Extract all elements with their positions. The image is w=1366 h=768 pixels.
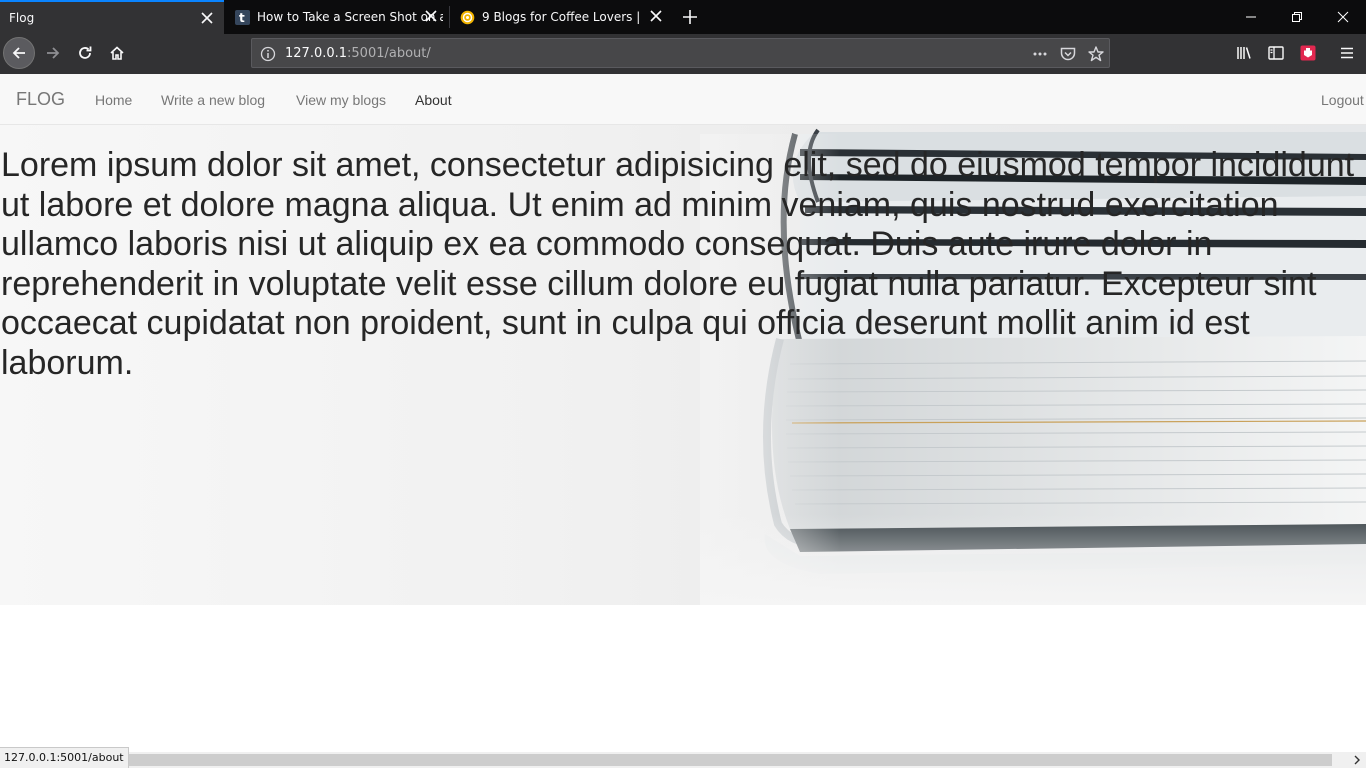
back-button[interactable]	[3, 37, 35, 69]
hero-section: FLOG Home Write a new blog View my blogs…	[0, 74, 1366, 605]
forward-arrow-icon	[47, 47, 60, 59]
tab-close-icon[interactable]	[649, 9, 663, 23]
brand-logo[interactable]: FLOG	[16, 89, 65, 110]
home-icon	[110, 46, 124, 60]
status-bar-link-preview: 127.0.0.1:5001/about	[0, 747, 129, 768]
url-bar[interactable]: 127.0.0.1:5001/about/	[251, 38, 1110, 68]
navigation-toolbar: 127.0.0.1:5001/about/	[0, 34, 1366, 74]
tab-separator	[449, 6, 450, 28]
tab-strip: Flog t How to Take a Screen Shot on a 9 …	[0, 0, 1366, 34]
url-host: 127.0.0.1	[285, 46, 348, 61]
tumblr-icon: t	[235, 9, 250, 25]
nav-about-link[interactable]: About	[415, 92, 452, 108]
sidebar-button[interactable]	[1260, 37, 1292, 69]
library-icon	[1237, 47, 1251, 59]
new-tab-icon[interactable]	[680, 7, 700, 27]
pocket-icon[interactable]	[1059, 45, 1077, 63]
nav-write-blog-link[interactable]: Write a new blog	[161, 92, 265, 108]
site-info-icon[interactable]	[259, 45, 277, 63]
tab-coffee-blogs[interactable]: 9 Blogs for Coffee Lovers | Kitch	[451, 0, 673, 34]
nav-view-blogs-link[interactable]: View my blogs	[296, 92, 386, 108]
restore-icon	[1292, 12, 1302, 22]
home-button[interactable]	[101, 37, 133, 69]
shield-icon	[1300, 45, 1316, 61]
reload-icon	[79, 46, 92, 59]
forward-button[interactable]	[37, 37, 69, 69]
scroll-right-arrow-icon[interactable]	[1352, 755, 1362, 765]
url-text: 127.0.0.1:5001/about/	[285, 46, 431, 61]
site-navbar: FLOG Home Write a new blog View my blogs…	[0, 74, 1366, 125]
logout-link[interactable]: Logout	[1321, 92, 1364, 108]
restore-button[interactable]	[1274, 0, 1320, 34]
horizontal-scrollbar[interactable]	[0, 752, 1366, 768]
kitchn-icon	[460, 10, 475, 25]
library-button[interactable]	[1228, 37, 1260, 69]
url-path: :5001/about/	[347, 46, 431, 61]
tab-title: How to Take a Screen Shot on a	[257, 10, 443, 24]
tab-title: 9 Blogs for Coffee Lovers | Kitch	[482, 10, 644, 24]
extension-button[interactable]	[1292, 37, 1324, 69]
tab-title: Flog	[9, 11, 35, 25]
page-viewport: FLOG Home Write a new blog View my blogs…	[0, 74, 1366, 752]
minimize-button[interactable]	[1228, 0, 1274, 34]
about-text: Lorem ipsum dolor sit amet, consectetur …	[1, 146, 1355, 382]
minimize-icon	[1246, 16, 1256, 18]
menu-button[interactable]	[1331, 37, 1363, 69]
tab-flog[interactable]: Flog	[0, 0, 224, 34]
sidebar-icon	[1268, 46, 1284, 60]
close-icon	[1337, 11, 1349, 23]
tab-close-icon[interactable]	[424, 9, 438, 23]
svg-text:t: t	[239, 11, 245, 25]
scrollbar-thumb[interactable]	[0, 754, 1332, 766]
hamburger-menu-icon	[1341, 47, 1353, 59]
back-arrow-icon	[12, 47, 25, 59]
reload-button[interactable]	[69, 37, 101, 69]
tab-close-icon[interactable]	[200, 11, 214, 25]
nav-home-link[interactable]: Home	[95, 92, 132, 108]
close-window-button[interactable]	[1320, 0, 1366, 34]
tab-screenshot-article[interactable]: t How to Take a Screen Shot on a	[226, 0, 448, 34]
page-actions-icon[interactable]	[1031, 45, 1049, 63]
bookmark-star-icon[interactable]	[1087, 45, 1105, 63]
